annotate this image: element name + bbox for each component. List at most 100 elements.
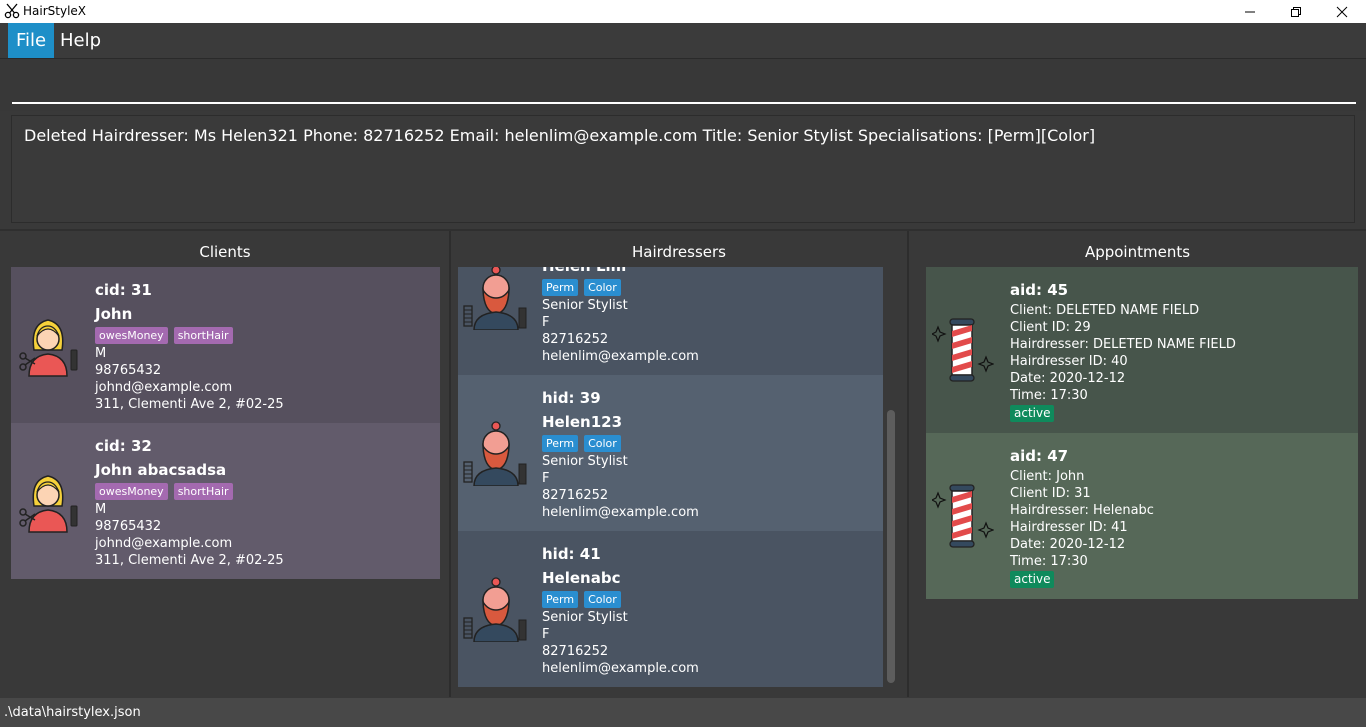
divider xyxy=(0,229,1366,231)
hairdressers-list[interactable]: Helen Lim Perm Color Senior Stylist F 827… xyxy=(458,267,883,687)
minimize-icon xyxy=(1245,11,1255,12)
divider xyxy=(449,231,451,697)
hairdresser-phone: 82716252 xyxy=(542,488,609,503)
appointment-status-wrap: active xyxy=(1010,571,1060,588)
tag-shorthair: shortHair xyxy=(173,483,233,500)
bearded-hairdresser-icon xyxy=(463,267,527,330)
barber-pole-icon xyxy=(932,484,994,548)
command-input-underline xyxy=(12,102,1356,104)
client-card[interactable]: cid: 31 John owesMoney shortHair M 987654… xyxy=(11,267,440,423)
appointment-status-wrap: active xyxy=(1010,405,1060,422)
hairdresser-card[interactable]: Helen Lim Perm Color Senior Stylist F 827… xyxy=(458,267,883,375)
restore-icon xyxy=(1291,6,1301,17)
client-id: cid: 31 xyxy=(95,281,152,299)
restore-button[interactable] xyxy=(1273,0,1319,23)
appointment-time: Time: 17:30 xyxy=(1010,388,1088,403)
client-phone: 98765432 xyxy=(95,363,162,378)
hairdresser-gender: F xyxy=(542,315,550,330)
appointment-time: Time: 17:30 xyxy=(1010,554,1088,569)
client-name: John xyxy=(95,305,133,323)
appointment-date: Date: 2020-12-12 xyxy=(1010,371,1126,386)
appointment-hairdresser-id: Hairdresser ID: 41 xyxy=(1010,520,1128,535)
appointment-hairdresser-id: Hairdresser ID: 40 xyxy=(1010,354,1128,369)
female-client-icon xyxy=(19,475,78,533)
tag-perm: Perm xyxy=(542,279,579,296)
hairdresser-email: helenlim@example.com xyxy=(542,349,699,364)
hairdresser-title: Senior Stylist xyxy=(542,454,628,469)
close-icon xyxy=(1336,6,1348,17)
hairdresser-tags: Perm Color xyxy=(542,591,627,608)
bearded-hairdresser-icon xyxy=(463,577,527,642)
tag-color: Color xyxy=(584,435,621,452)
client-email: johnd@example.com xyxy=(95,536,233,551)
female-client-icon xyxy=(19,319,78,377)
client-address: 311, Clementi Ave 2, #02-25 xyxy=(95,397,284,412)
appointment-client-id: Client ID: 29 xyxy=(1010,320,1091,335)
bearded-hairdresser-icon xyxy=(463,421,527,486)
hairdresser-id: hid: 39 xyxy=(542,389,601,407)
clients-panel-title: Clients xyxy=(199,243,251,261)
status-badge: active xyxy=(1010,571,1055,588)
hairdressers-panel-title: Hairdressers xyxy=(632,243,726,261)
hairdressers-scrollbar[interactable] xyxy=(887,410,895,683)
tag-owesmoney: owesMoney xyxy=(95,327,168,344)
minimize-button[interactable] xyxy=(1227,0,1273,23)
appointment-id: aid: 45 xyxy=(1010,281,1069,299)
hairdresser-phone: 82716252 xyxy=(542,332,609,347)
client-tags: owesMoney shortHair xyxy=(95,483,239,500)
hairdresser-name: Helenabc xyxy=(542,569,621,587)
client-name: John abacsadsa xyxy=(95,461,227,479)
menu-help[interactable]: Help xyxy=(52,23,109,58)
barber-pole-icon xyxy=(932,318,994,382)
hairdresser-card[interactable]: hid: 41 Helenabc Perm Color Senior Stylis… xyxy=(458,531,883,687)
clients-list[interactable]: cid: 31 John owesMoney shortHair M 987654… xyxy=(11,267,440,579)
appointment-card[interactable]: aid: 45 Client: DELETED NAME FIELD Clien… xyxy=(926,267,1358,433)
hairdresser-title: Senior Stylist xyxy=(542,298,628,313)
hairdresser-tags: Perm Color xyxy=(542,435,627,452)
client-phone: 98765432 xyxy=(95,519,162,534)
tag-color: Color xyxy=(584,279,621,296)
appointments-panel-title: Appointments xyxy=(1084,243,1191,261)
hairdresser-email: helenlim@example.com xyxy=(542,505,699,520)
hairdresser-title: Senior Stylist xyxy=(542,610,628,625)
hairdresser-card[interactable]: hid: 39 Helen123 Perm Color Senior Stylis… xyxy=(458,375,883,531)
appointment-client: Client: DELETED NAME FIELD xyxy=(1010,303,1200,318)
hairdresser-gender: F xyxy=(542,471,550,486)
menu-file[interactable]: File xyxy=(8,23,55,58)
tag-color: Color xyxy=(584,591,621,608)
hairdresser-gender: F xyxy=(542,627,550,642)
appointment-client: Client: John xyxy=(1010,469,1085,484)
title-bar: HairStyleX xyxy=(0,0,1366,23)
appointment-card[interactable]: aid: 47 Client: John Client ID: 31 Haird… xyxy=(926,433,1358,599)
hairdresser-name: Helen123 xyxy=(542,413,623,431)
status-bar-path: .\data\hairstylex.json xyxy=(0,698,1366,727)
tag-perm: Perm xyxy=(542,435,579,452)
appointments-list[interactable]: aid: 45 Client: DELETED NAME FIELD Clien… xyxy=(926,267,1358,599)
menu-bar: File Help xyxy=(0,23,1366,59)
appointment-id: aid: 47 xyxy=(1010,447,1069,465)
divider xyxy=(907,231,909,697)
status-badge: active xyxy=(1010,405,1055,422)
hairdresser-email: helenlim@example.com xyxy=(542,661,699,676)
hairdresser-name: Helen Lim xyxy=(542,267,626,276)
client-id: cid: 32 xyxy=(95,437,152,455)
result-display: Deleted Hairdresser: Ms Helen321 Phone: … xyxy=(11,115,1355,223)
appointment-date: Date: 2020-12-12 xyxy=(1010,537,1126,552)
appointment-hairdresser: Hairdresser: DELETED NAME FIELD xyxy=(1010,337,1236,352)
client-gender: M xyxy=(95,502,107,517)
hairdresser-phone: 82716252 xyxy=(542,644,609,659)
hairdresser-tags: Perm Color xyxy=(542,279,627,296)
client-email: johnd@example.com xyxy=(95,380,233,395)
appointment-client-id: Client ID: 31 xyxy=(1010,486,1091,501)
client-card[interactable]: cid: 32 John abacsadsa owesMoney shortHai… xyxy=(11,423,440,579)
hairdresser-id: hid: 41 xyxy=(542,545,601,563)
appointment-hairdresser: Hairdresser: Helenabc xyxy=(1010,503,1154,518)
window-title: HairStyleX xyxy=(23,4,87,18)
close-button[interactable] xyxy=(1319,0,1365,23)
client-gender: M xyxy=(95,346,107,361)
tag-owesmoney: owesMoney xyxy=(95,483,168,500)
client-address: 311, Clementi Ave 2, #02-25 xyxy=(95,553,284,568)
scissors-icon xyxy=(4,3,20,19)
tag-perm: Perm xyxy=(542,591,579,608)
tag-shorthair: shortHair xyxy=(173,327,233,344)
